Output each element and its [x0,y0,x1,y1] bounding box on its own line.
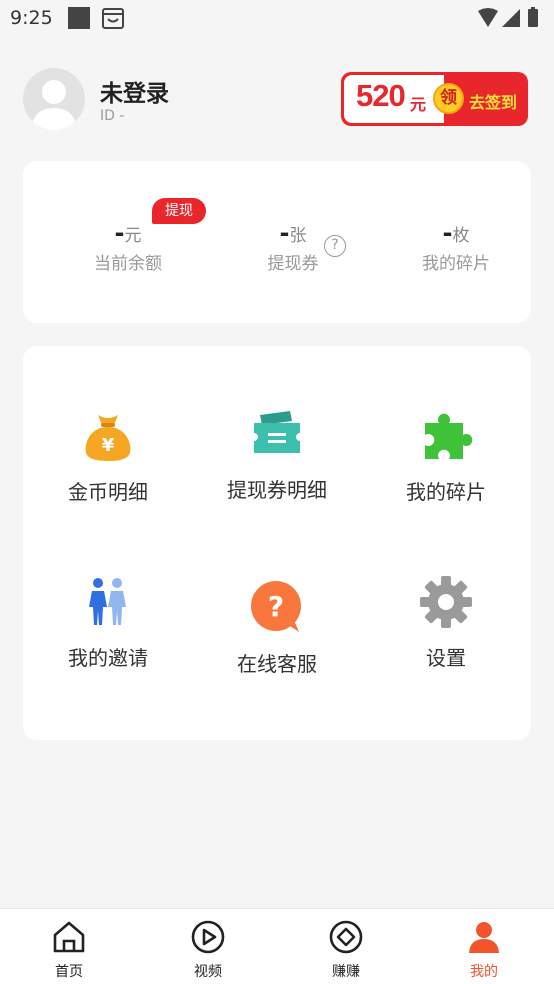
default-avatar-icon [31,80,77,130]
menu-item-my-invites[interactable]: 我的邀请 [28,574,188,671]
menu-label: 我的邀请 [68,646,148,670]
coin-icon: 领 [433,83,464,114]
video-play-icon [191,920,225,954]
help-bubble-icon: ? [251,581,301,632]
fragments-value: - [442,219,453,247]
signal-battery-icons [476,7,546,33]
fragments-stat[interactable]: -枚 我的碎片 [401,219,511,274]
person-icon [469,922,499,953]
people-icon [89,578,126,625]
cell-signal-icon [502,9,520,27]
ticket-icon [254,411,300,453]
svg-text:¥: ¥ [102,435,115,456]
menu-label: 金币明细 [68,480,148,504]
nav-item-earn[interactable]: 赚赚 [306,919,386,981]
menu-item-voucher-details[interactable]: 提现券明细 [197,406,357,503]
voucher-value: - [279,219,290,247]
calendar-notification-icon [101,6,125,34]
menu-item-settings[interactable]: 设置 [366,574,526,671]
menu-label: 我的碎片 [406,480,486,504]
balance-label: 当前余额 [94,254,162,274]
sign-in-label: 去签到 [469,93,518,112]
balance-card: -元 当前余额 提现 -张 提现券 ? -枚 我的碎片 [23,161,531,323]
menu-label: 提现券明细 [227,478,327,502]
wifi-icon [478,8,498,27]
help-icon[interactable]: ? [324,235,346,257]
nav-label: 视频 [194,964,222,980]
menu-label: 在线客服 [237,652,317,676]
nav-item-video[interactable]: 视频 [168,919,248,981]
menu-item-coin-details[interactable]: ¥ 金币明细 [28,408,188,505]
balance-unit: 元 [124,226,142,246]
balance-stat[interactable]: -元 当前余额 [73,219,183,274]
nav-item-home[interactable]: 首页 [29,919,109,981]
puzzle-icon [425,413,473,459]
nav-label: 我的 [470,964,498,980]
status-bar: 9:25 [0,0,554,38]
menu-item-my-fragments[interactable]: 我的碎片 [366,408,526,505]
balance-value: - [114,219,125,247]
nav-item-mine[interactable]: 我的 [444,919,524,981]
menu-label: 设置 [426,646,466,670]
battery-icon [528,9,538,27]
sign-in-button[interactable]: 520 元 领 去签到 [341,72,528,126]
user-id: ID - [100,108,125,124]
bottom-nav: 首页 视频 赚赚 我的 [0,908,554,984]
nav-label: 首页 [55,964,83,980]
home-icon [53,921,85,953]
sign-in-unit: 元 [410,95,427,114]
fragments-unit: 枚 [452,226,470,246]
avatar[interactable] [23,68,85,130]
username[interactable]: 未登录 [100,74,169,108]
status-time: 9:25 [10,7,53,29]
notification-square-icon [68,7,90,29]
money-bag-icon: ¥ [85,415,131,461]
sign-in-amount: 520 [356,78,406,113]
withdraw-badge[interactable]: 提现 [152,198,206,224]
nav-label: 赚赚 [332,964,360,980]
voucher-unit: 张 [289,226,307,246]
gear-icon [420,576,472,628]
svg-text:?: ? [268,590,284,623]
menu-card: ¥ 金币明细 提现券明细 我的碎片 我的邀请 ? 在线客服 设置 [23,346,531,740]
fragments-label: 我的碎片 [422,254,490,274]
menu-item-online-service[interactable]: ? 在线客服 [197,580,357,677]
diamond-icon [329,920,363,954]
